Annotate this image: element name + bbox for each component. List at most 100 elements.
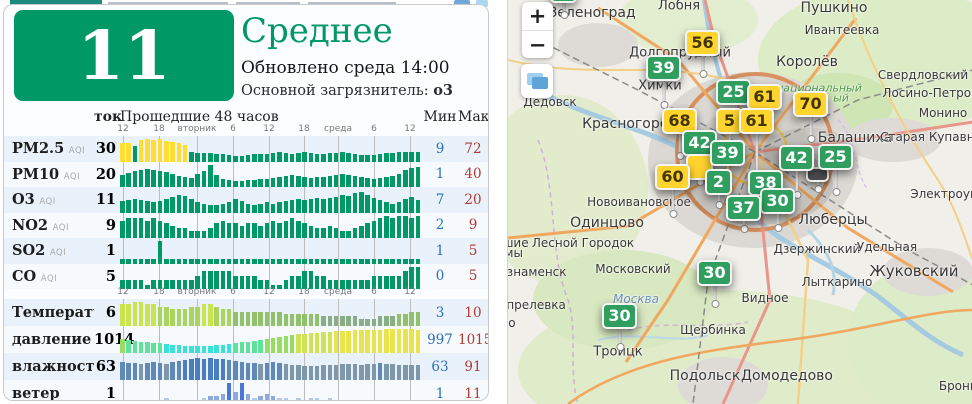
map-label: Лосино-Петровский bbox=[882, 86, 972, 100]
map-label: ёмы bbox=[507, 246, 523, 260]
table-row-pm25: PM2.5 AQI 30 9 72 bbox=[4, 136, 488, 162]
current-value: 9 bbox=[94, 217, 116, 234]
aqi-map-marker[interactable]: 37 bbox=[726, 195, 762, 221]
map-label: Старая Купавна bbox=[880, 130, 972, 144]
max-value: 1015 bbox=[458, 332, 488, 348]
sparkline-48h[interactable] bbox=[120, 187, 422, 213]
sparkline-48h[interactable] bbox=[120, 136, 422, 162]
map-layers-button[interactable] bbox=[521, 64, 553, 98]
aqi-unit-label: AQI bbox=[69, 146, 85, 156]
table-row-no2: NO2 AQI 9 2 9 bbox=[4, 213, 488, 239]
sparkline-48h[interactable] bbox=[120, 326, 422, 353]
sparkline-48h[interactable] bbox=[120, 213, 422, 239]
min-value: 9 bbox=[422, 141, 458, 157]
map-label: Свердловский bbox=[878, 68, 968, 82]
pollutant-table: ток Прошедшие 48 часов Мин Макс 1218втор… bbox=[4, 109, 488, 401]
aqi-map-marker[interactable]: 39 bbox=[646, 55, 682, 81]
aqi-map-marker[interactable]: 60 bbox=[655, 164, 691, 190]
min-value: 1 bbox=[422, 386, 458, 402]
max-value: 11 bbox=[458, 386, 488, 402]
min-value: 1 bbox=[422, 243, 458, 259]
zoom-out-button[interactable]: − bbox=[522, 31, 553, 59]
aqi-map-marker[interactable]: 30 bbox=[760, 188, 796, 214]
table-row-o3: O3 AQI 11 7 20 bbox=[4, 187, 488, 213]
aqi-map-marker[interactable]: 70 bbox=[793, 91, 829, 117]
current-value: 1 bbox=[94, 385, 116, 401]
max-value: 10 bbox=[458, 305, 488, 321]
max-value: 5 bbox=[458, 268, 488, 284]
main-pollutant: Основной загрязнитель: o3 bbox=[241, 82, 453, 99]
current-value: 5 bbox=[94, 268, 116, 285]
max-value: 20 bbox=[458, 192, 488, 208]
map-label: Электроугли bbox=[910, 187, 972, 201]
aqi-unit-label: AQI bbox=[41, 274, 57, 284]
map-label: ознаменск bbox=[507, 265, 567, 279]
current-value: 63 bbox=[94, 358, 116, 375]
air-quality-map[interactable]: + − ЛобняЗеленоградДолгопрудныйХимкиДедо… bbox=[507, 0, 972, 404]
sparkline-48h[interactable] bbox=[120, 238, 422, 264]
time-axis: 1218вторник61218среда612 bbox=[4, 289, 488, 299]
col-current: ток bbox=[94, 109, 116, 126]
current-value: 30 bbox=[94, 140, 116, 157]
min-value: 63 bbox=[422, 359, 458, 375]
aqi-map-marker[interactable] bbox=[550, 0, 578, 3]
sparkline-48h[interactable] bbox=[120, 162, 422, 188]
max-value: 72 bbox=[458, 141, 488, 157]
time-axis-top: 1218вторник61218среда612 bbox=[4, 126, 488, 136]
aqi-map-marker[interactable]: 30 bbox=[602, 303, 638, 329]
map-label: Видное bbox=[742, 291, 789, 305]
aqi-map-marker[interactable]: 61 bbox=[739, 108, 775, 134]
sparkline-48h[interactable] bbox=[120, 264, 422, 290]
table-row-pm10: PM10 AQI 20 1 40 bbox=[4, 162, 488, 188]
sparkline-48h[interactable] bbox=[120, 299, 422, 326]
map-label: Королёв bbox=[776, 54, 838, 70]
map-label: Монино bbox=[919, 106, 968, 120]
aqi-unit-label: AQI bbox=[50, 248, 66, 258]
map-label: Жуковский bbox=[870, 262, 959, 280]
col-min: Мин bbox=[422, 109, 458, 126]
table-row-so2: SO2 AQI 1 1 5 bbox=[4, 238, 488, 264]
col-max: Макс bbox=[458, 109, 488, 126]
map-label: но bbox=[507, 316, 516, 330]
aqi-map-marker[interactable]: 39 bbox=[710, 140, 746, 166]
max-value: 91 bbox=[458, 359, 488, 375]
aqi-map-marker[interactable]: 30 bbox=[697, 260, 733, 286]
map-label: Лесной Городок bbox=[532, 236, 634, 250]
table-rows: 1218вторник61218среда612 PM2.5 AQI 30 9 … bbox=[4, 126, 488, 401]
min-value: 1 bbox=[422, 166, 458, 182]
aqi-map-marker[interactable]: 61 bbox=[747, 84, 783, 110]
min-value: 997 bbox=[422, 332, 458, 348]
zoom-in-button[interactable]: + bbox=[522, 2, 553, 30]
map-label: Подольск bbox=[670, 368, 741, 384]
map-label: Ивантеевка bbox=[805, 23, 880, 37]
sparkline-48h[interactable] bbox=[120, 353, 422, 380]
sparkline-48h[interactable] bbox=[120, 380, 422, 401]
map-label: Пушкино bbox=[801, 0, 868, 16]
table-row-co: CO AQI 5 0 5 bbox=[4, 264, 488, 290]
max-value: 5 bbox=[458, 243, 488, 259]
map-label: Лобня bbox=[658, 0, 700, 14]
map-label: Бронницы bbox=[939, 379, 972, 393]
aqi-map-marker[interactable]: 2 bbox=[705, 169, 733, 195]
aqi-map-marker[interactable]: 42 bbox=[779, 145, 815, 171]
max-value: 40 bbox=[458, 166, 488, 182]
aqi-map-marker[interactable]: 56 bbox=[685, 30, 721, 56]
min-value: 0 bbox=[422, 268, 458, 284]
current-value: 11 bbox=[94, 191, 116, 208]
map-label: ый bbox=[833, 92, 849, 105]
aqi-level-label: Среднее bbox=[241, 11, 393, 51]
aqi-value: 11 bbox=[77, 22, 170, 89]
map-label: Удельная bbox=[857, 240, 917, 254]
current-value: 1 bbox=[94, 242, 116, 259]
map-label: Московский bbox=[595, 262, 670, 276]
table-row-row6: Температу… 6 3 10 bbox=[4, 299, 488, 326]
aqi-map-marker[interactable]: 25 bbox=[818, 144, 854, 170]
map-label: Апрелевка bbox=[507, 298, 566, 312]
map-label: Щербинка bbox=[680, 323, 746, 337]
table-row-row8: влажность 63 63 91 bbox=[4, 353, 488, 380]
table-row-row9: ветер 1 1 11 bbox=[4, 380, 488, 401]
map-label: Одинцово bbox=[570, 215, 644, 231]
map-label: Люберцы bbox=[798, 212, 867, 228]
current-value: 6 bbox=[94, 304, 116, 321]
min-value: 3 bbox=[422, 305, 458, 321]
